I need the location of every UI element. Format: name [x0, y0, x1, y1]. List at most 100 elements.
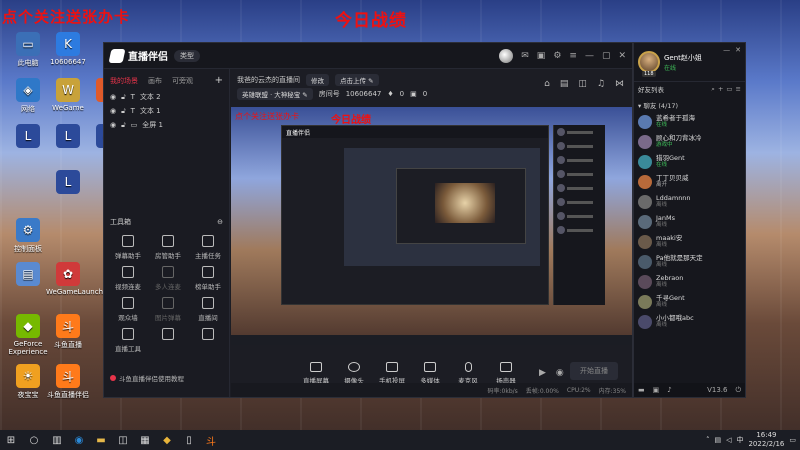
friend-item[interactable]: 顾心和刀背冰冷 游戏中 — [634, 132, 745, 152]
maximize-icon[interactable]: ▢ — [602, 51, 611, 61]
tool-button[interactable] — [148, 328, 188, 353]
lock-icon[interactable]: 🔓︎ — [121, 121, 126, 130]
search-icon[interactable]: ⌕ — [711, 85, 715, 94]
close-icon[interactable]: ✕ — [735, 46, 741, 54]
friend-group-header[interactable]: ▾ 聊友 (4/17) — [634, 96, 745, 112]
tutorial-link[interactable]: 斗鱼直播伴侣使用教程 — [110, 373, 184, 383]
lock-room-icon[interactable]: ▤ — [560, 79, 569, 89]
eye-icon[interactable]: ◉ — [110, 93, 116, 101]
desktop-icon[interactable]: ▭ 此电脑 — [6, 32, 50, 68]
tool-button[interactable]: 图片弹幕 — [148, 297, 188, 322]
image-icon[interactable]: ▣ — [653, 386, 660, 394]
multimedia-button[interactable]: 多媒体 — [415, 361, 445, 385]
chat-icon[interactable]: ▬ — [638, 386, 645, 394]
desktop-icon[interactable]: W WeGame — [46, 78, 90, 112]
friend-item[interactable]: Lddamnnn 离线 — [634, 192, 745, 212]
file-explorer-icon[interactable]: ▬ — [90, 430, 112, 450]
lock-icon[interactable]: 🔓︎ — [121, 107, 126, 116]
stream-preview[interactable]: 点个关注送张办卡 今日战绩 直播伴侣 — [231, 107, 632, 345]
app-icon[interactable]: ▦ — [134, 430, 156, 450]
store-icon[interactable]: ⌂ — [544, 79, 550, 89]
gear-icon[interactable]: ⚙ — [553, 51, 561, 61]
minimize-icon[interactable]: — — [585, 51, 594, 61]
eye-preview-icon[interactable]: ◉ — [556, 368, 564, 378]
more-icon[interactable]: ≡ — [736, 85, 741, 94]
tool-button[interactable]: 观众墙 — [108, 297, 148, 322]
tool-button[interactable]: 直播间 — [188, 297, 228, 322]
friend-item[interactable]: 猎羽Gent 在线 — [634, 152, 745, 172]
lock-icon[interactable]: 🔓︎ — [121, 93, 126, 102]
friend-item[interactable]: Zebraon 离线 — [634, 272, 745, 292]
camera-button[interactable]: 摄像头 — [339, 361, 369, 385]
network-icon[interactable]: ▤ — [714, 436, 721, 444]
tool-button[interactable]: 主播任务 — [188, 235, 228, 260]
upload-cover-button[interactable]: 点击上传 ✎ — [335, 74, 379, 86]
desktop-icon[interactable]: L — [46, 124, 90, 150]
tool-button[interactable]: 视频连麦 — [108, 266, 148, 291]
tencent-icon[interactable]: ◆ — [156, 430, 178, 450]
tool-button[interactable]: 房管助手 — [148, 235, 188, 260]
skin-icon[interactable]: ▣ — [537, 51, 546, 61]
category-button[interactable]: 英雄联盟 · 大神秘宝 ✎ — [237, 88, 313, 100]
bell-icon[interactable]: ♫ — [597, 79, 605, 89]
friend-item[interactable]: maaki安 离线 — [634, 232, 745, 252]
desktop-icon[interactable]: ☀ 夜宝宝 — [6, 364, 50, 400]
chevron-up-icon[interactable]: ˄ — [706, 436, 710, 444]
notes-icon[interactable]: ▯ — [178, 430, 200, 450]
scene-item[interactable]: ◉ 🔓︎ T 文本 2 — [104, 90, 229, 104]
desktop-icon[interactable]: L — [46, 170, 90, 196]
friend-item[interactable]: 丁丁贝贝威 离开 — [634, 172, 745, 192]
desktop-icon[interactable]: ✿ WeGameLauncher — [46, 262, 110, 296]
store-icon[interactable]: ◫ — [112, 430, 134, 450]
tab-spectate[interactable]: 可旁观 — [172, 76, 193, 86]
taskbar-clock[interactable]: 16:49 2022/2/16 — [748, 431, 784, 449]
tool-button[interactable] — [188, 328, 228, 353]
tool-button[interactable]: 榜单助手 — [188, 266, 228, 291]
eye-icon[interactable]: ◉ — [110, 107, 116, 115]
mic-icon[interactable]: ♪ — [667, 386, 671, 394]
search-icon[interactable]: ○ — [22, 430, 46, 450]
add-friend-icon[interactable]: + — [718, 85, 723, 94]
type-badge-button[interactable]: 类型 — [174, 49, 200, 62]
desktop-icon[interactable]: ◈ 网络 — [6, 78, 50, 114]
menu-icon[interactable]: ≡ — [569, 51, 577, 61]
ime-icon[interactable]: 中 — [736, 435, 743, 445]
windows-start-icon[interactable]: ⊞ — [0, 430, 22, 450]
edge-icon[interactable]: ◉ — [68, 430, 90, 450]
edit-title-button[interactable]: 修改 — [306, 74, 329, 86]
microphone-button[interactable]: 麦克风 — [453, 361, 483, 385]
folder-icon[interactable]: ▭ — [726, 85, 732, 94]
desktop-icon[interactable]: ▤ — [6, 262, 50, 288]
desktop-icon[interactable]: 斗斗鱼直播伴侣 — [46, 364, 90, 400]
message-icon[interactable]: ✉ — [521, 51, 529, 61]
minimize-icon[interactable]: — — [723, 46, 730, 54]
user-avatar[interactable] — [499, 48, 514, 63]
volume-icon[interactable]: ◁ — [726, 436, 731, 444]
douyu-icon[interactable]: 斗 — [200, 430, 222, 450]
scene-item[interactable]: ◉ 🔓︎ T 文本 1 — [104, 104, 229, 118]
desktop-icon[interactable]: 斗斗鱼直播 — [46, 314, 90, 350]
share-icon[interactable]: ⋈ — [615, 79, 624, 89]
desktop-icon[interactable]: K 10606647 — [46, 32, 90, 66]
tool-button[interactable]: 弹幕助手 — [108, 235, 148, 260]
profile-avatar[interactable] — [638, 51, 660, 73]
desktop-icon[interactable]: L — [6, 124, 50, 150]
close-icon[interactable]: ✕ — [618, 51, 626, 61]
tool-button[interactable]: 多人连麦 — [148, 266, 188, 291]
speaker-button[interactable]: 扬声器 — [491, 361, 521, 385]
tab-canvas[interactable]: 画布 — [148, 76, 162, 86]
task-view-icon[interactable]: ▥ — [46, 430, 68, 450]
add-scene-icon[interactable]: + — [215, 75, 223, 86]
desktop-icon[interactable]: ⚙ 控制面板 — [6, 218, 50, 254]
tool-button[interactable]: 直播工具 — [108, 328, 148, 353]
record-icon[interactable]: ▶ — [539, 368, 546, 378]
scene-item[interactable]: ◉ 🔓︎ ▭ 全屏 1 — [104, 118, 229, 132]
friend-item[interactable]: 蓝希者于孤海 在线 — [634, 112, 745, 132]
start-stream-button[interactable]: 开始直播 — [570, 362, 618, 380]
eye-icon[interactable]: ◉ — [110, 121, 116, 129]
profile-status[interactable]: 在线 — [664, 63, 702, 72]
friend-item[interactable]: Pa他就是那天定 离线 — [634, 252, 745, 272]
desktop-icon[interactable]: ◆ GeForce Experience — [6, 314, 50, 356]
friend-item[interactable]: 千寻Gent 离线 — [634, 292, 745, 312]
friend-item[interactable]: 小小都哦abc 离线 — [634, 312, 745, 332]
